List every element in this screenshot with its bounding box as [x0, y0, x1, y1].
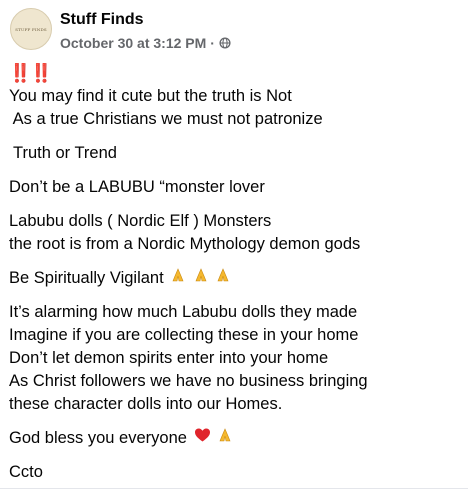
post-line: Labubu dolls ( Nordic Elf ) Monsters: [9, 212, 272, 230]
avatar[interactable]: STUFF FINDS: [10, 8, 52, 50]
post-divider: [0, 488, 468, 489]
post-header: STUFF FINDS Stuff Finds October 30 at 3:…: [10, 8, 231, 56]
post-line: Don’t be a LABUBU “monster lover: [9, 178, 265, 196]
post-line: God bless you everyone: [9, 429, 187, 447]
meta-separator: ·: [210, 35, 215, 51]
post-line-bless: God bless you everyone: [9, 427, 464, 450]
globe-icon[interactable]: [219, 37, 231, 49]
praying-hands-icon: [170, 267, 186, 290]
facebook-post: STUFF FINDS Stuff Finds October 30 at 3:…: [0, 0, 468, 500]
post-line: these character dolls into our Homes.: [9, 395, 283, 413]
post-line: Don’t let demon spirits enter into your …: [9, 349, 329, 367]
praying-hands-icon: [217, 427, 233, 450]
post-body: ‼️‼️ You may find it cute but the truth …: [9, 62, 464, 484]
double-exclamation-icon: ‼️‼️: [9, 63, 53, 83]
post-line: You may find it cute but the truth is No…: [9, 87, 292, 105]
praying-hands-icon: [215, 267, 231, 290]
post-line-vigilant: Be Spiritually Vigilant: [9, 267, 464, 290]
post-timestamp[interactable]: October 30 at 3:12 PM: [60, 33, 206, 53]
post-meta: Stuff Finds October 30 at 3:12 PM ·: [60, 8, 231, 53]
post-line: It’s alarming how much Labubu dolls they…: [9, 303, 358, 321]
post-line: As a true Christians we must not patroni…: [9, 110, 323, 128]
post-line: Imagine if you are collecting these in y…: [9, 326, 359, 344]
page-name[interactable]: Stuff Finds: [60, 10, 231, 30]
post-line: Ccto: [9, 463, 43, 481]
post-subline: October 30 at 3:12 PM ·: [60, 33, 231, 53]
avatar-logo-text: STUFF FINDS: [15, 26, 47, 32]
praying-hands-icon: [193, 267, 209, 290]
red-heart-icon: [194, 427, 211, 450]
post-line: Truth or Trend: [13, 144, 117, 162]
post-line: Be Spiritually Vigilant: [9, 269, 164, 287]
post-line: As Christ followers we have no business …: [9, 372, 368, 390]
post-line: the root is from a Nordic Mythology demo…: [9, 235, 361, 253]
